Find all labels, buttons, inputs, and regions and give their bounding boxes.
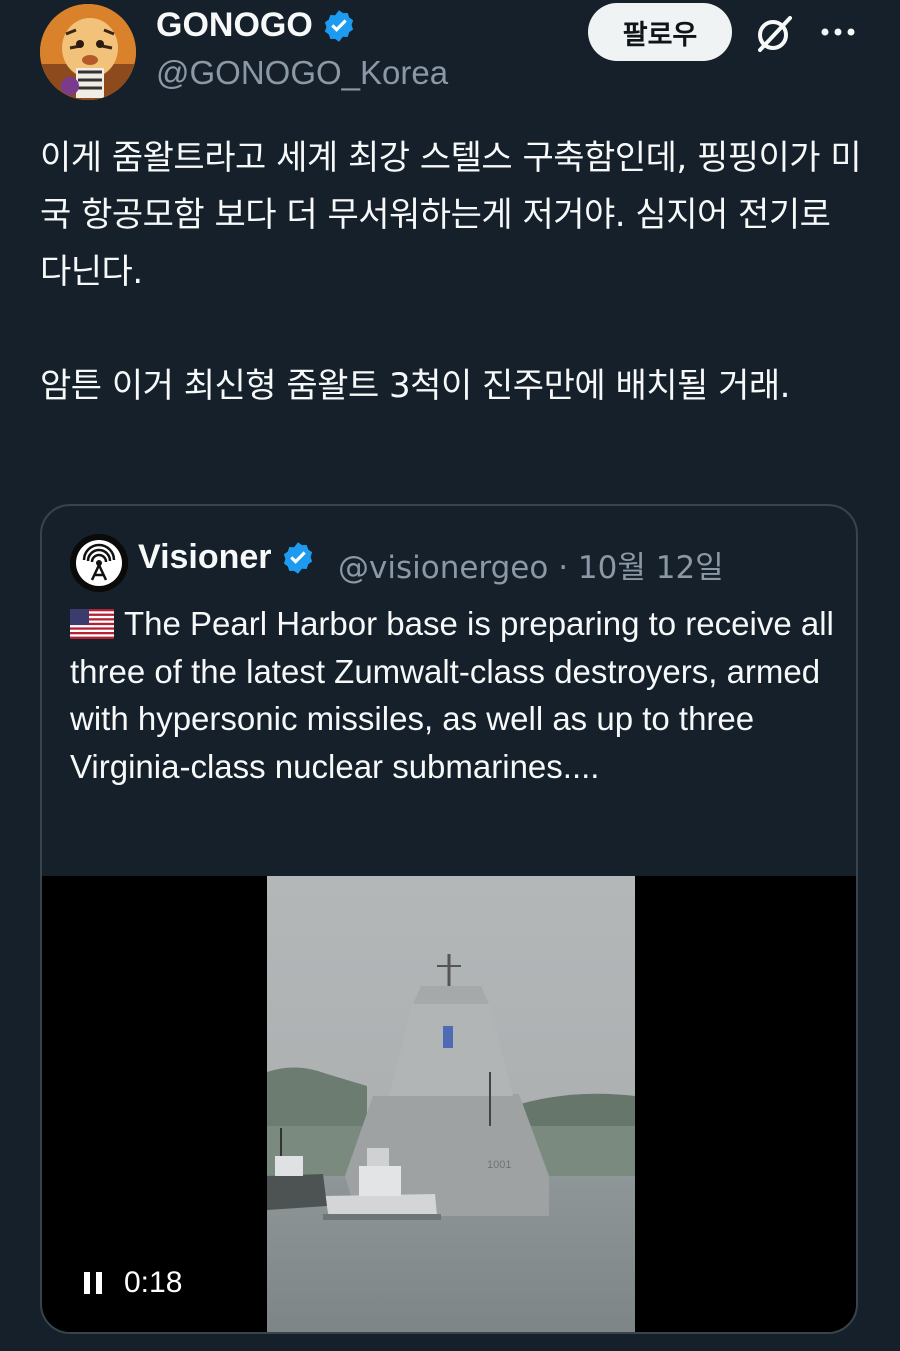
follow-button[interactable]: 팔로우 xyxy=(588,3,732,61)
quote-text: The Pearl Harbor base is preparing to re… xyxy=(70,605,834,785)
quote-meta: @visionergeo · 10월 12일 xyxy=(338,542,724,587)
quote-author-name[interactable]: Visioner xyxy=(138,538,316,577)
author-display-name[interactable]: GONOGO xyxy=(156,6,313,45)
author-name[interactable]: GONOGO xyxy=(156,6,357,45)
tweet-paragraph-1: 이게 줌왈트라고 세계 최강 스텔스 구축함인데, 핑핑이가 미국 항공모함 보… xyxy=(40,138,862,292)
destroyer-video-frame: 1001 xyxy=(267,876,635,1332)
video-frame[interactable]: 1001 xyxy=(267,876,635,1332)
quoted-tweet-card[interactable]: Visioner @visionergeo · 10월 12일 The Pear… xyxy=(40,504,858,1334)
video-player[interactable]: 1001 0:18 xyxy=(42,876,856,1332)
svg-text:1001: 1001 xyxy=(487,1159,511,1171)
video-time: 0:18 xyxy=(124,1266,183,1299)
meta-separator: · xyxy=(558,550,569,586)
quote-date[interactable]: 10월 12일 xyxy=(578,550,724,586)
tweet-page: GONOGO @GONOGO_Korea 팔로우 이게 줌왈트라고 세계 최강 … xyxy=(0,0,900,1351)
us-flag-icon xyxy=(70,609,114,639)
playback-control[interactable]: 0:18 xyxy=(82,1266,182,1300)
author-avatar[interactable] xyxy=(40,4,136,100)
quote-text-block: The Pearl Harbor base is preparing to re… xyxy=(70,600,840,790)
grok-icon[interactable] xyxy=(752,12,796,56)
tweet-paragraph-2: 암튼 이거 최신형 줌왈트 3척이 진주만에 배치될 거래. xyxy=(40,366,790,406)
quote-handle[interactable]: @visionergeo xyxy=(338,550,548,586)
tiger-avatar-icon xyxy=(40,4,136,100)
author-handle[interactable]: @GONOGO_Korea xyxy=(156,54,448,92)
more-icon[interactable] xyxy=(820,24,856,40)
verified-badge-icon xyxy=(283,541,312,574)
verified-badge-icon xyxy=(324,9,353,42)
quote-display-name[interactable]: Visioner xyxy=(138,538,272,577)
tweet-text: 이게 줌왈트라고 세계 최강 스텔스 구축함인데, 핑핑이가 미국 항공모함 보… xyxy=(40,130,870,415)
pause-icon[interactable] xyxy=(82,1270,104,1296)
broadcast-antenna-icon xyxy=(70,534,128,592)
quote-author-avatar[interactable] xyxy=(70,534,128,592)
